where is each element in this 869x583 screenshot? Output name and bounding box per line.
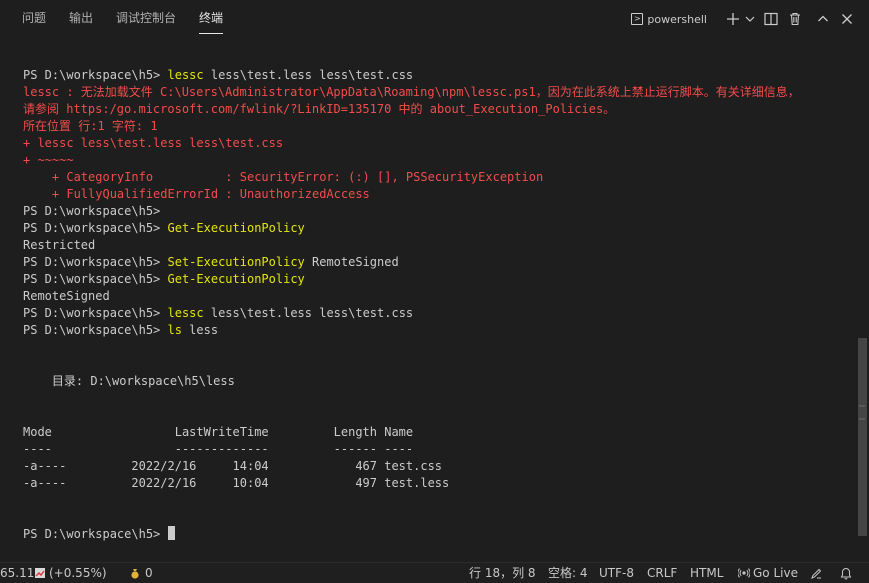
terminal-line: lessc : 无法加载文件 C:\Users\Administrator\Ap… [23,84,800,101]
feedback-icon [811,568,822,579]
terminal-line: + CategoryInfo : SecurityError: (:) [], … [23,169,543,186]
terminal-prompt: PS D:\workspace\h5> [23,204,161,218]
terminal-cmd: ls [167,323,182,337]
tab-problems[interactable]: 问题 [22,0,46,38]
terminal-line: 目录: D:\workspace\h5\less [23,373,235,390]
terminal-prompt: PS D:\workspace\h5> [23,306,168,320]
terminal-line: PS D:\workspace\h5> Get-ExecutionPolicy [23,271,305,288]
tab-output[interactable]: 输出 [69,0,93,38]
terminal-line: + ~~~~~ [23,152,74,169]
status-cursor-position[interactable]: 行 18，列 8 [469,563,536,583]
status-encoding[interactable]: UTF-8 [599,563,634,583]
terminal-err: 请参阅 https:/go.microsoft.com/fwlink/?Link… [23,102,616,116]
status-value[interactable]: 65.11 [0,563,34,583]
terminal-cmd: lessc [167,306,204,320]
terminal-line: 所在位置 行:1 字符: 1 [23,118,158,135]
plus-icon [727,13,739,25]
trash-icon [790,12,800,26]
terminal-prompt: PS D:\workspace\h5> [23,221,168,235]
new-terminal-button[interactable] [723,9,743,29]
scroll-marker [859,405,865,407]
terminal-cmd: Get-ExecutionPolicy [167,221,305,235]
terminal-out: -a---- 2022/2/16 14:04 467 test.css [23,459,443,473]
terminal-icon: > [631,13,644,25]
maximize-panel-button[interactable] [813,9,833,29]
terminal-line: PS D:\workspace\h5> [23,203,160,220]
terminal-err: + ~~~~~ [23,153,74,167]
coin-bag-icon [131,568,139,579]
split-icon [764,12,778,26]
status-go-live[interactable]: Go Live [738,563,798,583]
status-eol[interactable]: CRLF [647,563,677,583]
terminal-line: PS D:\workspace\h5> Get-ExecutionPolicy [23,220,305,237]
terminal-err: + lessc less\test.less less\test.css [23,136,284,150]
chevron-down-icon [745,16,755,22]
shell-selector[interactable]: > powershell [631,13,707,26]
tab-terminal[interactable]: 终端 [199,0,224,38]
terminal-err: lessc : 无法加载文件 C:\Users\Administrator\Ap… [23,85,800,99]
terminal-cmd: Set-ExecutionPolicy [167,255,305,269]
terminal-rest: less\test.less less\test.css [203,68,414,82]
terminal-cmd: lessc [167,68,204,82]
terminal-line: PS D:\workspace\h5> lessc less\test.less… [23,67,413,84]
terminal-prompt: PS D:\workspace\h5> [23,272,168,286]
terminal-out: Restricted [23,238,96,252]
status-indentation[interactable]: 空格: 4 [548,563,588,583]
terminal-line: Restricted [23,237,95,254]
status-language[interactable]: HTML [690,563,723,583]
terminal-rest: RemoteSigned [304,255,399,269]
terminal-line: PS D:\workspace\h5> Set-ExecutionPolicy … [23,254,399,271]
status-stock[interactable]: (+0.55%) [35,563,107,583]
terminal-out: 目录: D:\workspace\h5\less [23,374,235,388]
broadcast-icon [738,568,750,578]
close-icon [842,14,852,24]
panel-header: 问题 输出 调试控制台 终端 > powershell [0,0,869,38]
terminal-rest: less\test.less less\test.css [203,306,414,320]
terminal-err: + CategoryInfo : SecurityError: (:) [], … [23,170,544,184]
terminal-out: ---- ------------- ------ ---- [23,442,414,456]
terminal-err: 所在位置 行:1 字符: 1 [23,119,158,133]
bell-icon [840,567,852,579]
chevron-up-icon [818,15,828,22]
terminal-prompt: PS D:\workspace\h5> [23,527,168,541]
terminal-line: ---- ------------- ------ ---- [23,441,413,458]
kill-terminal-button[interactable] [785,9,805,29]
terminal-out: Mode LastWriteTime Length Name [23,425,414,439]
terminal-line: PS D:\workspace\h5> ls less [23,322,218,339]
terminal-rest: less [181,323,219,337]
terminal-cursor [167,526,175,540]
terminal-out: RemoteSigned [23,289,110,303]
tab-debug-console[interactable]: 调试控制台 [116,0,176,38]
terminal-prompt: PS D:\workspace\h5> [23,255,168,269]
panel-actions: > powershell [631,0,857,38]
terminal-cmd: Get-ExecutionPolicy [167,272,305,286]
launch-profile-button[interactable] [743,9,757,29]
terminal-line: 请参阅 https:/go.microsoft.com/fwlink/?Link… [23,101,615,118]
terminal-line: Mode LastWriteTime Length Name [23,424,413,441]
feedback-button[interactable] [810,563,823,583]
terminal-scrollbar[interactable] [858,338,867,536]
scroll-marker [859,418,865,420]
terminal-output[interactable]: PS D:\workspace\h5> lessc less\test.less… [0,38,855,562]
terminal-line: -a---- 2022/2/16 14:04 467 test.css [23,458,442,475]
terminal-line: PS D:\workspace\h5> [23,526,175,543]
split-terminal-button[interactable] [761,9,781,29]
panel-tabs: 问题 输出 调试控制台 终端 [22,0,246,38]
notifications-button[interactable] [840,563,852,583]
terminal-err: + FullyQualifiedErrorId : UnauthorizedAc… [23,187,370,201]
terminal-prompt: PS D:\workspace\h5> [23,323,168,337]
status-coins[interactable]: 0 [130,563,153,583]
terminal-out: -a---- 2022/2/16 10:04 497 test.less [23,476,450,490]
close-panel-button[interactable] [837,9,857,29]
terminal-line: + lessc less\test.less less\test.css [23,135,283,152]
shell-label: powershell [647,12,707,26]
terminal-prompt: PS D:\workspace\h5> [23,68,168,82]
status-bar: 65.11 (+0.55%) 0 行 18，列 8 空格: 4 UTF-8 CR… [0,562,869,583]
terminal-line: PS D:\workspace\h5> lessc less\test.less… [23,305,413,322]
terminal-line: RemoteSigned [23,288,110,305]
terminal-line: -a---- 2022/2/16 10:04 497 test.less [23,475,449,492]
terminal-line: + FullyQualifiedErrorId : UnauthorizedAc… [23,186,370,203]
stock-chart-icon [35,568,45,578]
